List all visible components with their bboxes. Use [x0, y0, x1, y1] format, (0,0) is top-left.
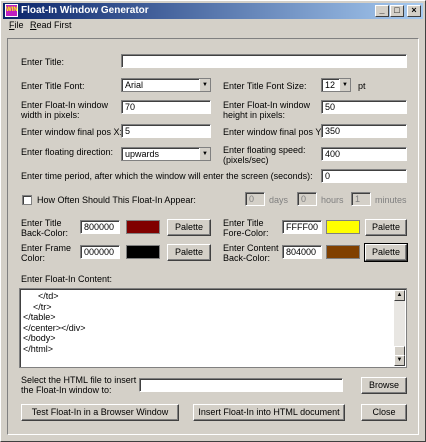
title-font-select[interactable]: Arial ▼	[121, 78, 211, 92]
frame-color-input[interactable]: 000000	[80, 245, 120, 259]
width-label: Enter Float-In window width in pixels:	[21, 100, 109, 120]
minimize-button[interactable]: _	[375, 5, 389, 17]
title-label: Enter Title:	[21, 57, 65, 67]
content-scrollbar[interactable]: ▲ ▼	[394, 290, 405, 366]
height-input[interactable]: 50	[321, 100, 407, 114]
scroll-down-icon[interactable]: ▼	[394, 355, 405, 366]
frame-color-swatch	[126, 245, 160, 259]
minutes-input[interactable]: 1	[351, 192, 371, 206]
test-button[interactable]: Test Float-In in a Browser Window	[21, 404, 179, 421]
title-font-label: Enter Title Font:	[21, 81, 85, 91]
close-button[interactable]: Close	[361, 404, 407, 421]
speed-input[interactable]: 400	[321, 147, 407, 161]
content-back-label: Enter Content Back-Color:	[223, 243, 279, 263]
app-icon[interactable]: WIN	[5, 4, 18, 17]
hours-unit: hours	[321, 195, 344, 205]
pos-x-input[interactable]: 5	[121, 124, 211, 138]
title-font-size-select[interactable]: 12 ▼	[321, 78, 351, 92]
chevron-down-icon[interactable]: ▼	[199, 148, 210, 160]
main-window: WIN Float-In Window Generator _ □ × File…	[0, 0, 426, 442]
title-fore-swatch	[326, 220, 360, 234]
frame-color-palette-button[interactable]: Palette	[167, 244, 211, 261]
direction-label: Enter floating direction:	[21, 147, 114, 157]
minutes-unit: minutes	[375, 195, 407, 205]
html-file-input[interactable]	[139, 378, 343, 392]
title-bar[interactable]: WIN Float-In Window Generator _ □ ×	[3, 3, 423, 19]
hours-input[interactable]: 0	[297, 192, 317, 206]
font-size-unit: pt	[358, 81, 366, 91]
content-label: Enter Float-In Content:	[21, 274, 113, 284]
window-title: Float-In Window Generator	[21, 5, 149, 16]
period-label: Enter time period, after which the windo…	[21, 171, 313, 181]
pos-y-input[interactable]: 350	[321, 124, 407, 138]
title-back-palette-button[interactable]: Palette	[167, 219, 211, 236]
title-back-label: Enter Title Back-Color:	[21, 218, 69, 238]
title-fore-palette-button[interactable]: Palette	[365, 219, 407, 236]
how-often-label: How Often Should This Float-In Appear:	[37, 195, 196, 205]
menu-bar: File Read First	[3, 19, 423, 33]
browse-button[interactable]: Browse	[361, 377, 407, 394]
pos-x-label: Enter window final pos X:	[21, 127, 123, 137]
content-textarea[interactable]: </td> </tr> </table> </center></div> </b…	[19, 288, 407, 368]
title-back-input[interactable]: 800000	[80, 220, 120, 234]
title-fore-input[interactable]: FFFF00	[282, 220, 322, 234]
height-label: Enter Float-In window height in pixels:	[223, 100, 311, 120]
days-unit: days	[269, 195, 289, 205]
close-window-button[interactable]: ×	[407, 5, 421, 17]
days-input[interactable]: 0	[245, 192, 265, 206]
period-input[interactable]: 0	[321, 169, 407, 183]
content-text: </td> </tr> </table> </center></div> </b…	[23, 291, 86, 354]
menu-file[interactable]: File	[9, 20, 24, 30]
title-font-size-value: 12	[325, 80, 336, 90]
content-back-palette-button[interactable]: Palette	[364, 243, 408, 262]
chevron-down-icon[interactable]: ▼	[339, 79, 350, 91]
frame-color-label: Enter Frame Color:	[21, 243, 72, 263]
title-input[interactable]	[121, 54, 407, 68]
menu-read-first[interactable]: Read First	[30, 20, 72, 30]
how-often-checkbox[interactable]	[22, 195, 32, 205]
direction-select[interactable]: upwards ▼	[121, 147, 211, 161]
title-fore-label: Enter Title Fore-Color:	[223, 218, 269, 238]
pos-y-label: Enter window final pos Y:	[223, 127, 324, 137]
insert-button[interactable]: Insert Float-In into HTML document	[193, 404, 345, 421]
speed-label: Enter floating speed: (pixels/sec)	[223, 145, 306, 165]
width-input[interactable]: 70	[121, 100, 211, 114]
content-back-input[interactable]: 804000	[282, 245, 322, 259]
chevron-down-icon[interactable]: ▼	[199, 79, 210, 91]
title-font-size-label: Enter Title Font Size:	[223, 81, 307, 91]
title-font-value: Arial	[125, 80, 144, 90]
title-back-swatch	[126, 220, 160, 234]
direction-value: upwards	[125, 149, 160, 159]
html-file-label: Select the HTML file to insert the Float…	[21, 375, 137, 395]
content-back-swatch	[326, 245, 360, 259]
maximize-button[interactable]: □	[390, 5, 404, 17]
scroll-up-icon[interactable]: ▲	[394, 290, 405, 301]
